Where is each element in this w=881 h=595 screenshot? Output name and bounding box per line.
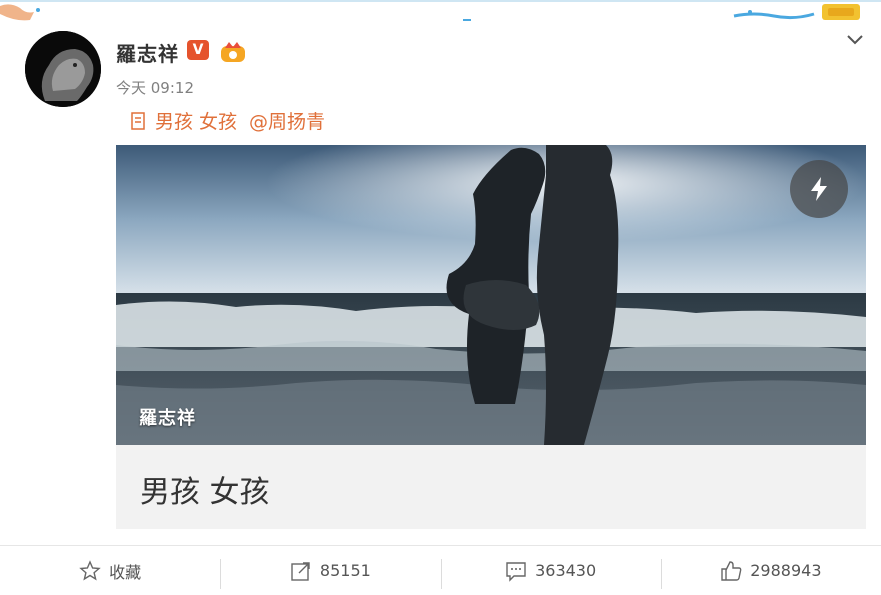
repost-count: 85151 <box>319 561 371 580</box>
card-author-overlay: 羅志祥 <box>139 408 196 429</box>
action-bar: 收藏 85151 363430 2988943 <box>0 546 881 595</box>
like-icon <box>721 560 742 581</box>
caret-down-icon[interactable] <box>843 28 867 52</box>
flash-icon <box>811 177 827 201</box>
favorite-button[interactable]: 收藏 <box>0 546 220 595</box>
verified-v-icon[interactable]: V <box>187 40 209 60</box>
post-time[interactable]: 今天 09:12 <box>116 77 194 98</box>
document-icon <box>131 111 145 130</box>
header-decoration <box>0 4 860 21</box>
favorite-label: 收藏 <box>109 562 142 582</box>
comment-button[interactable]: 363430 <box>440 546 661 595</box>
like-count: 2988943 <box>750 561 822 580</box>
card-title: 男孩 女孩 <box>140 475 270 510</box>
comment-count: 363430 <box>535 561 597 580</box>
author-name[interactable]: 羅志祥 <box>116 38 179 67</box>
mention-link[interactable]: @周扬青 <box>249 107 325 134</box>
comment-icon <box>506 561 526 582</box>
post-text-link[interactable]: 男孩 女孩 <box>155 107 237 134</box>
like-button[interactable]: 2988943 <box>660 546 881 595</box>
post-content: 男孩 女孩 @周扬青 <box>131 107 325 134</box>
flash-button[interactable] <box>790 160 848 218</box>
repost-button[interactable]: 85151 <box>220 546 440 595</box>
star-icon <box>79 559 101 580</box>
avatar[interactable] <box>25 31 101 107</box>
repost-icon <box>291 561 310 581</box>
article-card[interactable]: 羅志祥 男孩 女孩 <box>116 145 866 529</box>
card-photo <box>116 145 866 445</box>
crown-icon[interactable] <box>219 38 247 64</box>
